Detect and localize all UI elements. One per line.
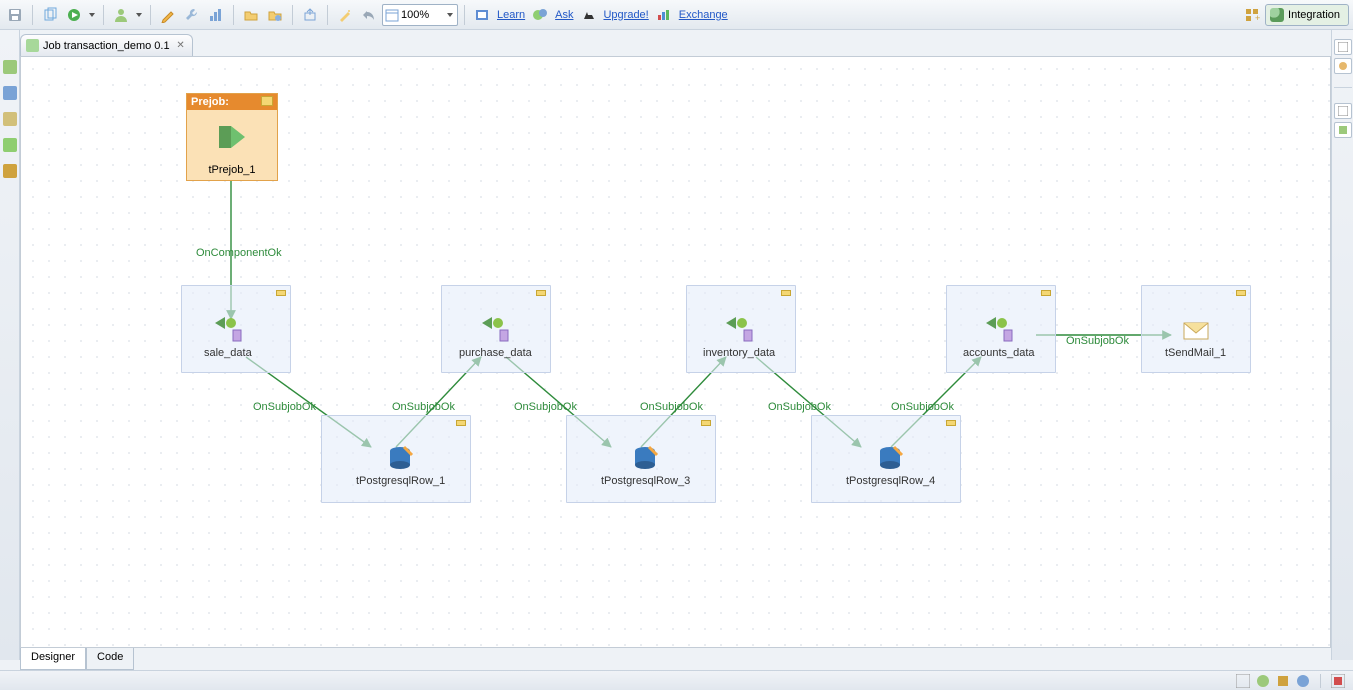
restore-view-icon[interactable] (1334, 39, 1352, 55)
ask-link[interactable]: Ask (555, 9, 573, 21)
link-label: OnSubjobOk (891, 401, 954, 413)
minimize-icon[interactable] (781, 290, 791, 296)
status-icon[interactable] (1296, 674, 1310, 688)
link-label: OnSubjobOk (392, 401, 455, 413)
minimize-icon[interactable] (261, 96, 273, 106)
status-icon[interactable] (1276, 674, 1290, 688)
ask-icon[interactable] (529, 3, 551, 27)
component-label: tPostgresqlRow_1 (356, 475, 445, 487)
component-label: purchase_data (459, 347, 532, 359)
minimize-icon[interactable] (701, 420, 711, 426)
prejob-container[interactable]: Prejob: tPrejob_1 (186, 93, 278, 181)
trunjob-sale[interactable]: sale_data (204, 317, 252, 359)
editor-tabbar: Job transaction_demo 0.1 ✕ (20, 34, 193, 56)
calendar-icon (385, 8, 399, 22)
run-dropdown[interactable] (87, 3, 97, 27)
tprejob-component[interactable] (217, 122, 247, 152)
component-label: inventory_data (703, 347, 775, 359)
designer-code-tabs: Designer Code (20, 648, 134, 670)
folder2-icon[interactable] (264, 3, 286, 27)
component-label: tSendMail_1 (1165, 347, 1226, 359)
tpostgresqlrow-3[interactable]: tPostgresqlRow_3 (601, 445, 690, 487)
main-toolbar: Learn Ask Upgrade! Exchange + Integratio… (0, 0, 1353, 30)
minimize-icon[interactable] (946, 420, 956, 426)
minimize-icon[interactable] (456, 420, 466, 426)
tab-title: Job transaction_demo 0.1 (43, 40, 170, 52)
folder-icon[interactable] (240, 3, 262, 27)
undo-icon[interactable] (358, 3, 380, 27)
pencil-icon[interactable] (157, 3, 179, 27)
status-bar (0, 670, 1353, 690)
zoom-control[interactable] (382, 4, 458, 26)
view-icon[interactable] (3, 60, 17, 74)
open-perspective-icon[interactable]: + (1241, 3, 1263, 27)
prejob-title: Prejob: (187, 94, 277, 110)
editor-tab[interactable]: Job transaction_demo 0.1 ✕ (20, 34, 193, 56)
component-label: tPostgresqlRow_3 (601, 475, 690, 487)
tab-code[interactable]: Code (86, 648, 134, 670)
link-label: OnSubjobOk (768, 401, 831, 413)
right-minimized-views (1331, 30, 1353, 660)
chart-icon[interactable] (205, 3, 227, 27)
wand-icon[interactable] (334, 3, 356, 27)
link-label: OnSubjobOk (253, 401, 316, 413)
component-label: tPrejob_1 (187, 164, 277, 176)
status-icon[interactable] (1331, 674, 1345, 688)
trunjob-purchase[interactable]: purchase_data (459, 317, 532, 359)
component-label: sale_data (204, 347, 252, 359)
view-icon[interactable] (3, 112, 17, 126)
learn-icon[interactable] (471, 3, 493, 27)
view-icon[interactable] (3, 164, 17, 178)
link-label: OnSubjobOk (1066, 335, 1129, 347)
view-icon[interactable] (3, 86, 17, 100)
tab-designer[interactable]: Designer (20, 648, 86, 670)
minimize-icon[interactable] (276, 290, 286, 296)
user-icon[interactable] (110, 3, 132, 27)
minimize-icon[interactable] (1236, 290, 1246, 296)
component-icon[interactable] (1334, 122, 1352, 138)
perspective-integration[interactable]: Integration (1265, 4, 1349, 26)
palette-icon[interactable] (1334, 58, 1352, 74)
minimize-icon[interactable] (1041, 290, 1051, 296)
left-minimized-views (0, 30, 20, 660)
upgrade-icon[interactable] (577, 3, 599, 27)
exchange-icon[interactable] (653, 3, 675, 27)
component-label: accounts_data (963, 347, 1035, 359)
tpostgresqlrow-4[interactable]: tPostgresqlRow_4 (846, 445, 935, 487)
restore-view-icon[interactable] (1334, 103, 1352, 119)
zoom-input[interactable] (399, 9, 445, 21)
status-icon[interactable] (1256, 674, 1270, 688)
status-icon[interactable] (1236, 674, 1250, 688)
trunjob-inventory[interactable]: inventory_data (703, 317, 775, 359)
exchange-link[interactable]: Exchange (679, 9, 728, 21)
run-icon[interactable] (63, 3, 85, 27)
link-label: OnSubjobOk (640, 401, 703, 413)
save-icon[interactable] (4, 3, 26, 27)
component-label: tPostgresqlRow_4 (846, 475, 935, 487)
link-label: OnComponentOk (196, 247, 282, 259)
user-dropdown[interactable] (134, 3, 144, 27)
close-icon[interactable]: ✕ (175, 39, 187, 51)
wrench-icon[interactable] (181, 3, 203, 27)
link-label: OnSubjobOk (514, 401, 577, 413)
trunjob-accounts[interactable]: accounts_data (963, 317, 1035, 359)
export-icon[interactable] (299, 3, 321, 27)
tsendmail[interactable]: tSendMail_1 (1165, 317, 1226, 359)
perspective-label: Integration (1288, 9, 1340, 21)
view-icon[interactable] (3, 138, 17, 152)
learn-link[interactable]: Learn (497, 9, 525, 21)
minimize-icon[interactable] (536, 290, 546, 296)
designer-canvas[interactable]: OnComponentOk OnSubjobOk OnSubjobOk OnSu… (20, 56, 1331, 648)
svg-text:+: + (1255, 13, 1260, 23)
tpostgresqlrow-1[interactable]: tPostgresqlRow_1 (356, 445, 445, 487)
upgrade-link[interactable]: Upgrade! (603, 9, 648, 21)
copy-icon[interactable] (39, 3, 61, 27)
